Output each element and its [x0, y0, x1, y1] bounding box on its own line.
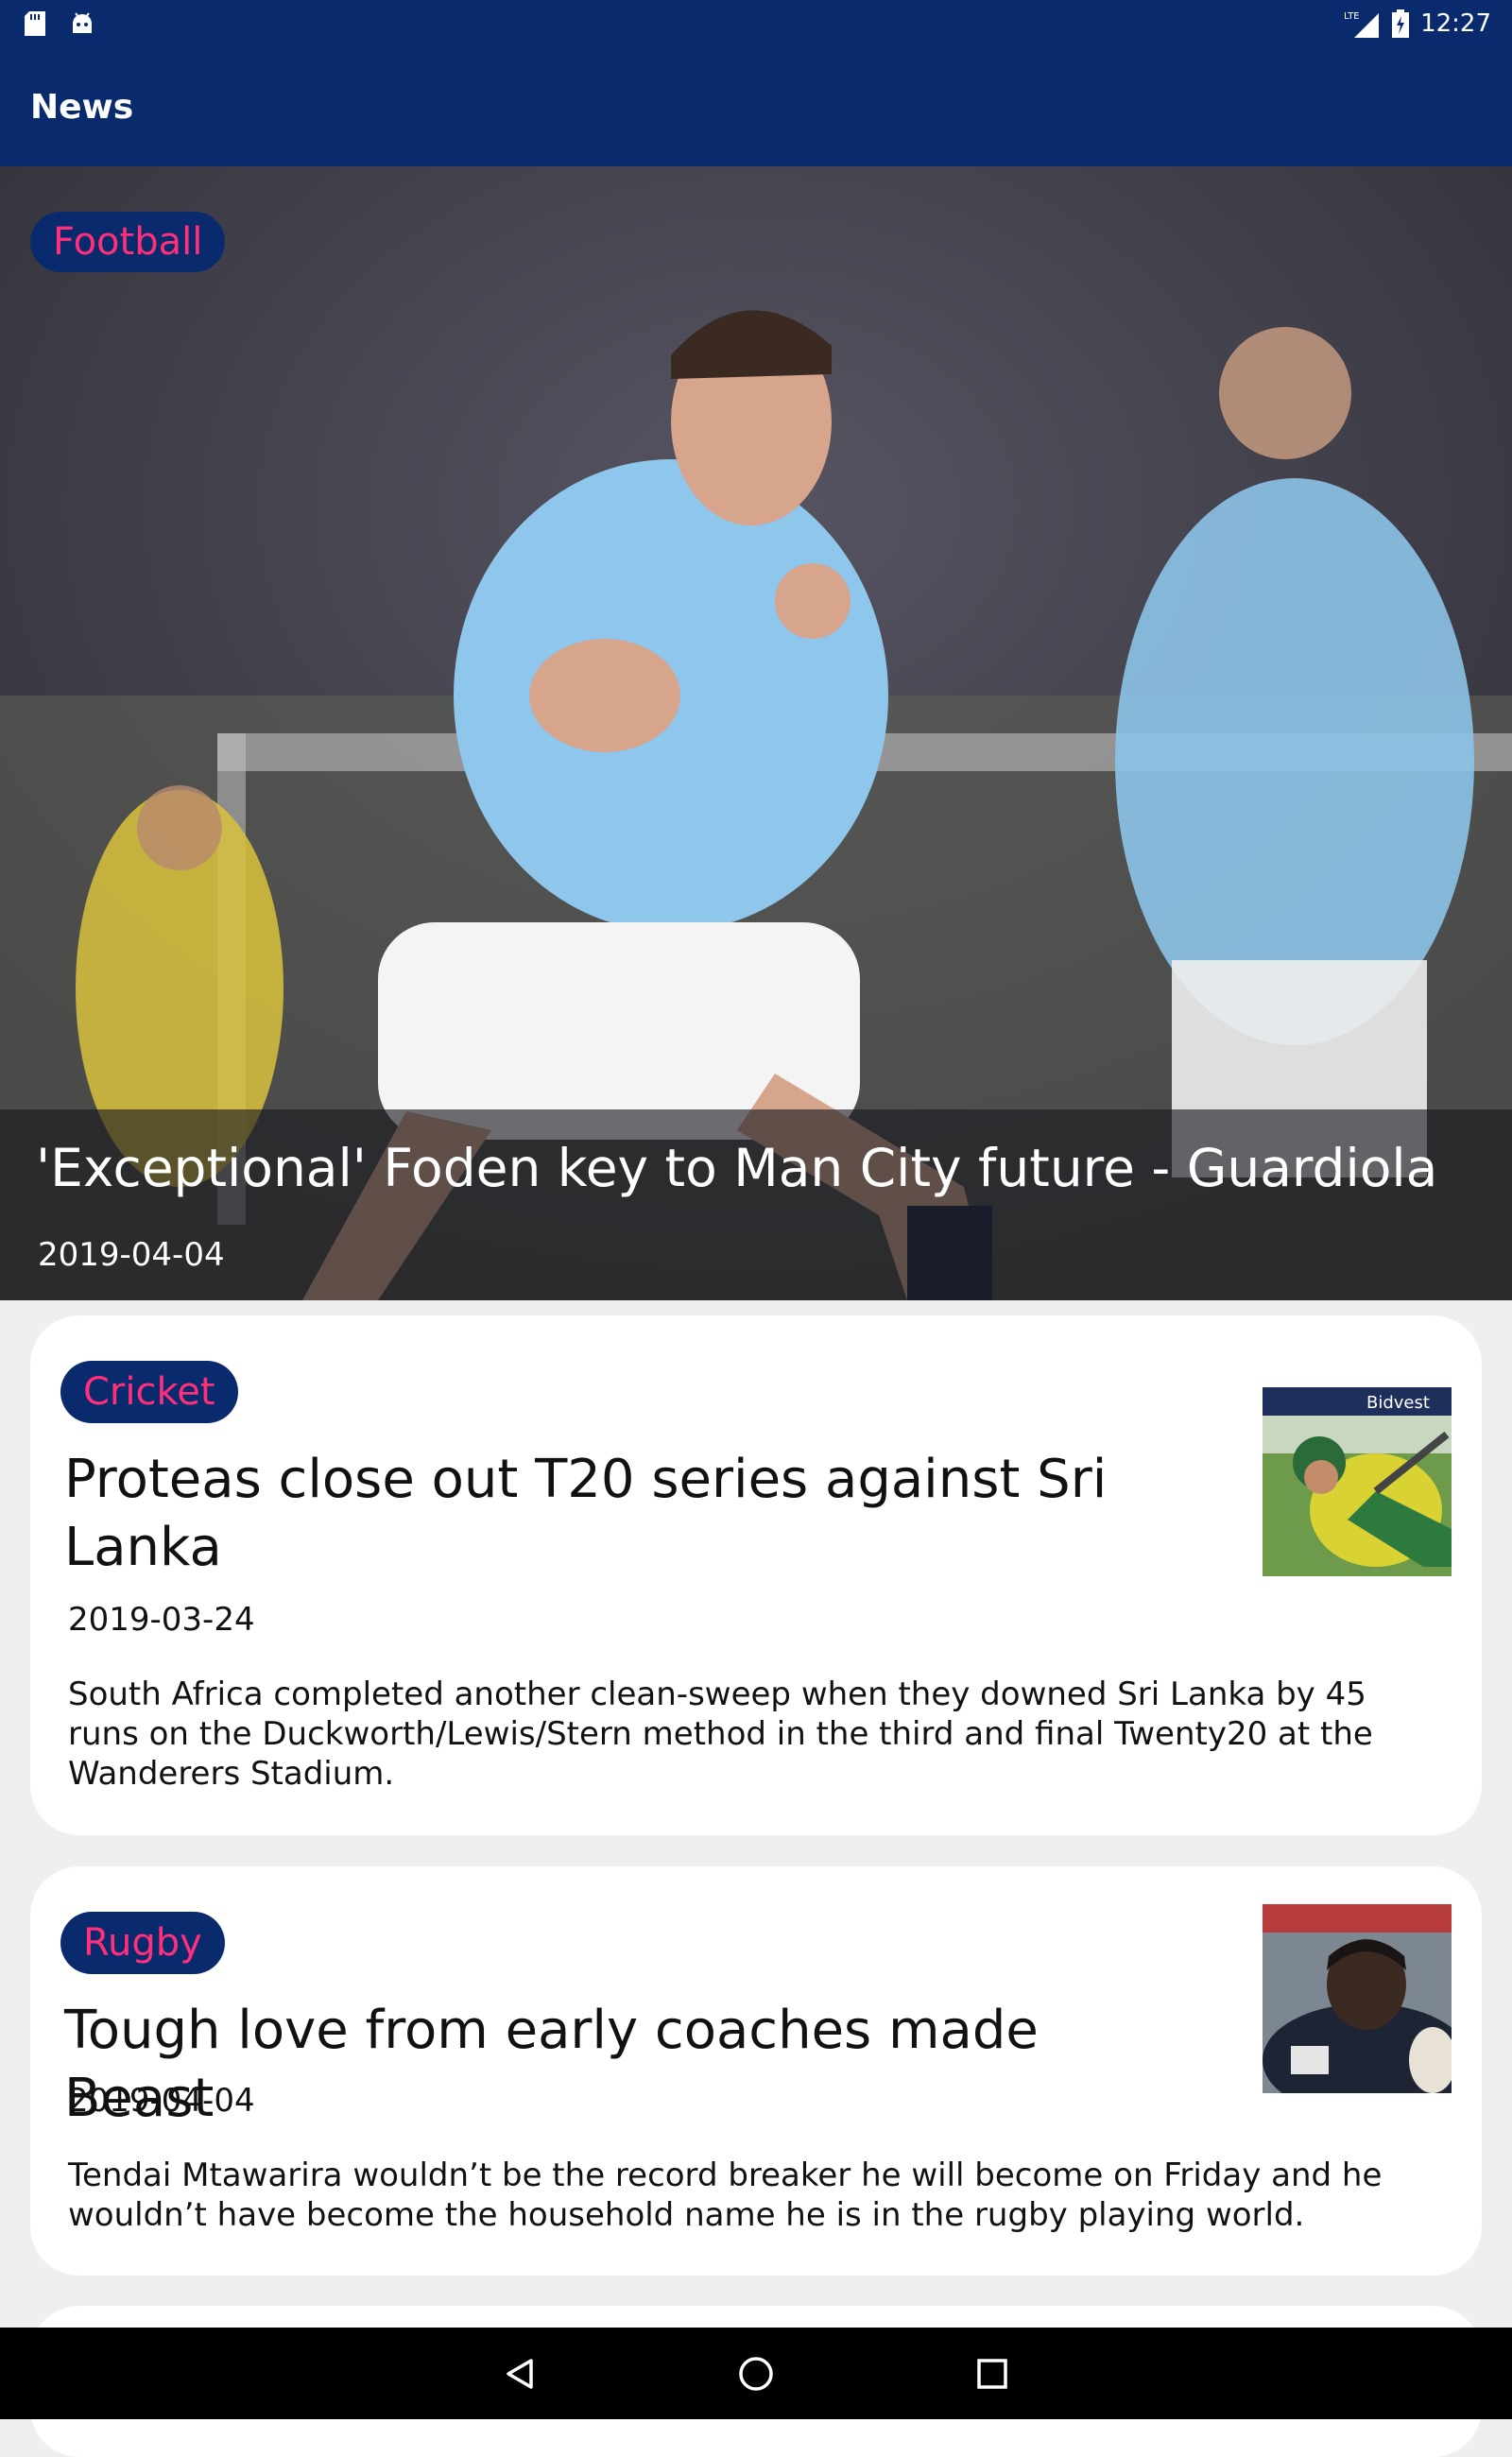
- article-category-badge[interactable]: Cricket: [60, 1361, 238, 1423]
- article-date: 2019-03-24: [68, 1601, 255, 1639]
- battery-icon: [1392, 9, 1410, 38]
- article-thumbnail[interactable]: [1263, 1904, 1452, 2093]
- article-card[interactable]: Cricket Proteas close out T20 series aga…: [30, 1315, 1482, 1835]
- article-card[interactable]: Rugby Tough love from early coaches made…: [30, 1866, 1482, 2276]
- cricket-thumbnail-image: Bidvest: [1263, 1387, 1452, 1576]
- signal-icon: LTE: [1343, 9, 1381, 38]
- article-description: South Africa completed another clean-swe…: [68, 1675, 1373, 1793]
- article-title[interactable]: Proteas close out T20 series against Sri…: [64, 1446, 1160, 1582]
- featured-category-badge[interactable]: Football: [30, 212, 226, 272]
- article-category-badge[interactable]: Rugby: [60, 1912, 225, 1974]
- app-title: News: [30, 87, 134, 127]
- android-debug-icon: [70, 12, 94, 35]
- back-icon[interactable]: [491, 2345, 548, 2402]
- article-description: Tendai Mtawarira wouldn’t be the record …: [68, 2156, 1383, 2234]
- article-thumbnail[interactable]: Bidvest: [1263, 1387, 1452, 1576]
- featured-date: 2019-04-04: [38, 1236, 225, 1274]
- recents-icon[interactable]: [964, 2345, 1021, 2402]
- navigation-bar: [0, 2328, 1512, 2419]
- app-bar: News: [0, 47, 1512, 166]
- network-type-label: LTE: [1344, 11, 1360, 22]
- status-time: 12:27: [1420, 9, 1491, 38]
- featured-caption: 'Exceptional' Foden key to Man City futu…: [0, 1109, 1512, 1300]
- status-left-icons: [25, 11, 94, 36]
- thumbnail-banner-text: Bidvest: [1366, 1393, 1430, 1413]
- article-date: 2019-04-04: [68, 2082, 255, 2120]
- status-bar: LTE 12:27: [0, 0, 1512, 47]
- status-right-icons: LTE 12:27: [1343, 9, 1491, 38]
- featured-article[interactable]: Football 'Exceptional' Foden key to Man …: [0, 166, 1512, 1300]
- sd-card-icon: [25, 11, 45, 36]
- home-icon[interactable]: [728, 2345, 784, 2402]
- rugby-thumbnail-image: [1263, 1904, 1452, 2093]
- featured-title[interactable]: 'Exceptional' Foden key to Man City futu…: [36, 1138, 1491, 1198]
